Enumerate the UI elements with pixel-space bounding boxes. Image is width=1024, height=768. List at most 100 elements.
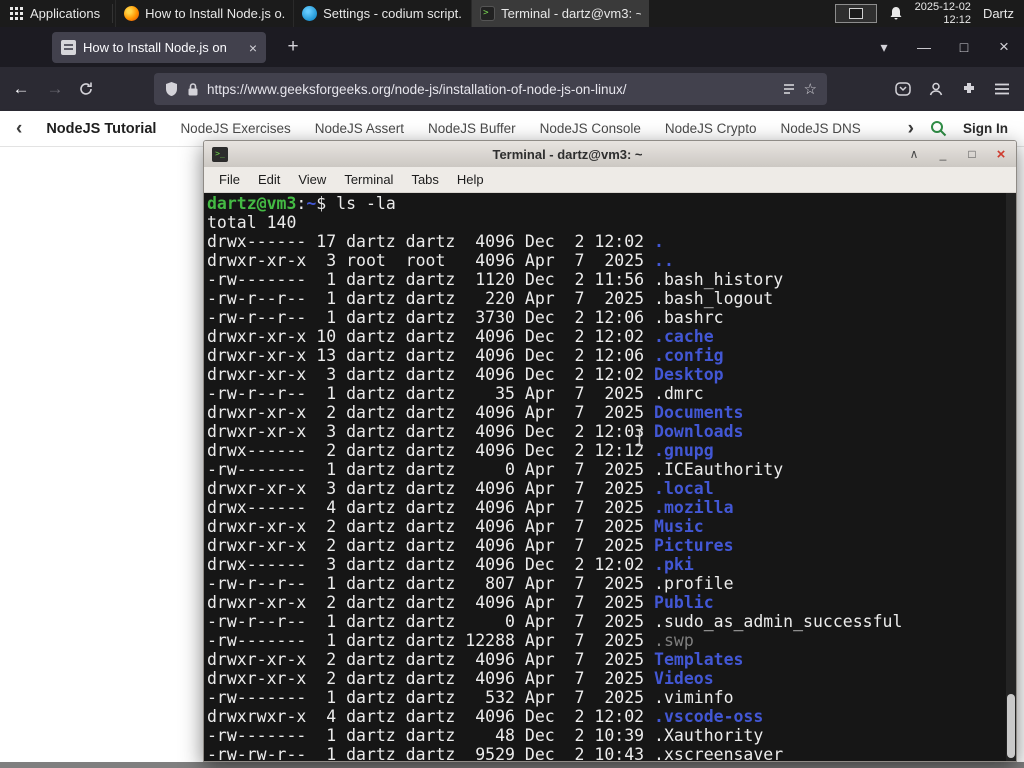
terminal-output-line: drwxr-xr-x 2 dartz dartz 4096 Apr 7 2025… [207,650,1016,669]
listing-prefix: drwxr-xr-x 2 dartz dartz 4096 Apr 7 2025 [207,517,655,536]
listing-name: .mozilla [654,498,734,517]
account-icon[interactable] [928,81,944,97]
browser-tab[interactable]: How to Install Node.js on × [52,32,266,63]
site-nav-link[interactable]: NodeJS Assert [315,121,404,136]
site-nav-link[interactable]: NodeJS DNS [780,121,860,136]
scrollbar-thumb[interactable] [1007,694,1015,758]
listing-prefix: drwxr-xr-x 2 dartz dartz 4096 Apr 7 2025 [207,650,655,669]
terminal-output-line: -rw-r--r-- 1 dartz dartz 3730 Dec 2 12:0… [207,308,1016,327]
tab-close-icon[interactable]: × [249,40,257,56]
terminal-output-line: drwx------ 4 dartz dartz 4096 Apr 7 2025… [207,498,1016,517]
nav-scroll-left-icon[interactable]: ‹ [16,119,22,138]
terminal-output-line: drwxr-xr-x 3 dartz dartz 4096 Apr 7 2025… [207,479,1016,498]
listing-prefix: drwxr-xr-x 3 dartz dartz 4096 Dec 2 12:0… [207,365,655,384]
terminal-output-line: drwxr-xr-x 10 dartz dartz 4096 Dec 2 12:… [207,327,1016,346]
listing-name: Desktop [654,365,724,384]
terminal-menu-tabs[interactable]: Tabs [402,169,447,190]
taskbar-window-codium[interactable]: Settings - codium script... [293,0,471,27]
terminal-output-line: drwxr-xr-x 2 dartz dartz 4096 Apr 7 2025… [207,403,1016,422]
toolbar-icons [891,81,1014,97]
listing-name: .dmrc [654,384,704,403]
new-tab-button[interactable]: + [280,34,306,60]
reload-icon[interactable] [78,81,94,97]
forward-button[interactable]: → [44,79,66,99]
terminal-output-line: -rw-r--r-- 1 dartz dartz 807 Apr 7 2025 … [207,574,1016,593]
site-nav-link[interactable]: NodeJS Buffer [428,121,516,136]
window-close-icon[interactable]: × [996,37,1012,57]
tab-list-icon[interactable]: ▾ [876,39,892,56]
pocket-icon[interactable] [895,81,911,97]
lock-icon [188,82,198,95]
applications-menu[interactable]: Applications [0,0,110,27]
listing-name: .cache [654,327,714,346]
listing-prefix: drwxr-xr-x 13 dartz dartz 4096 Dec 2 12:… [207,346,655,365]
back-button[interactable]: ← [10,79,32,99]
terminal-shade-icon[interactable]: ∧ [907,147,921,161]
workspace-pager[interactable] [834,4,877,23]
extensions-icon[interactable] [961,81,977,97]
listing-name: .bash_logout [654,289,774,308]
text-cursor [634,428,645,452]
terminal-menu-file[interactable]: File [210,169,249,190]
listing-name: .swp [654,631,694,650]
menu-icon[interactable] [994,82,1010,96]
desktop-edge [0,762,1024,768]
terminal-menu-edit[interactable]: Edit [249,169,289,190]
listing-prefix: drwxr-xr-x 3 root root 4096 Apr 7 2025 [207,251,655,270]
terminal-close-icon[interactable]: × [994,146,1008,163]
bookmark-star-icon[interactable]: ☆ [804,80,817,98]
site-nav-link[interactable]: NodeJS Console [540,121,641,136]
tab-title: How to Install Node.js on [83,40,227,55]
terminal-output-line: -rw-r--r-- 1 dartz dartz 220 Apr 7 2025 … [207,289,1016,308]
nav-scroll-right-icon[interactable]: › [908,119,914,138]
terminal-output-line: -rw------- 1 dartz dartz 12288 Apr 7 202… [207,631,1016,650]
listing-name: Pictures [654,536,734,555]
terminal-output-line: drwxr-xr-x 2 dartz dartz 4096 Apr 7 2025… [207,517,1016,536]
site-nav-primary-link[interactable]: NodeJS Tutorial [46,121,156,137]
terminal-scrollbar[interactable] [1006,193,1016,761]
terminal-menu-view[interactable]: View [289,169,335,190]
terminal-menubar: File Edit View Terminal Tabs Help [204,167,1016,193]
search-icon[interactable] [930,120,947,137]
site-nav-link[interactable]: NodeJS Exercises [180,121,290,136]
url-bar[interactable]: https://www.geeksforgeeks.org/node-js/in… [154,73,827,105]
username-label: Dartz [982,6,1014,21]
prompt-symbol: $ [316,194,337,213]
listing-name: .bash_history [654,270,784,289]
terminal-titlebar[interactable]: >_ Terminal - dartz@vm3: ~ ∧ _ □ × [204,141,1016,167]
clock[interactable]: 2025-12-02 12:12 [915,1,971,27]
window-minimize-icon[interactable]: — [916,39,932,55]
shield-icon[interactable] [164,81,179,97]
taskbar-window-firefox[interactable]: How to Install Node.js o... [115,0,293,27]
listing-prefix: drwx------ 4 dartz dartz 4096 Apr 7 2025 [207,498,655,517]
window-restore-icon[interactable]: □ [956,39,972,55]
listing-prefix: -rw------- 1 dartz dartz 12288 Apr 7 202… [207,631,655,650]
listing-name: Templates [654,650,744,669]
prompt-user-host: dartz@vm3 [207,194,297,213]
terminal-output-line: -rw------- 1 dartz dartz 1120 Dec 2 11:5… [207,270,1016,289]
listing-prefix: -rw------- 1 dartz dartz 532 Apr 7 2025 [207,688,655,707]
reader-mode-icon[interactable] [782,82,796,96]
terminal-screen[interactable]: dartz@vm3:~$ ls -la total 140 drwx------… [204,193,1016,761]
terminal-maximize-icon[interactable]: □ [965,147,979,161]
listing-name: Downloads [654,422,744,441]
terminal-menu-terminal[interactable]: Terminal [335,169,402,190]
listing-prefix: drwxr-xr-x 3 dartz dartz 4096 Apr 7 2025 [207,479,655,498]
taskbar-window-terminal[interactable]: Terminal - dartz@vm3: ~ [471,0,650,27]
sign-in-link[interactable]: Sign In [963,121,1008,136]
taskbar-tray: 2025-12-02 12:12 Dartz [834,0,1024,27]
terminal-prompt-line: dartz@vm3:~$ ls -la [207,194,1016,213]
command-text: ls -la [336,194,396,213]
notifications-bell-icon[interactable] [889,6,903,21]
site-nav-link[interactable]: NodeJS Crypto [665,121,757,136]
listing-prefix: drwx------ 3 dartz dartz 4096 Dec 2 12:0… [207,555,655,574]
listing-prefix: drwxrwxr-x 4 dartz dartz 4096 Dec 2 12:0… [207,707,655,726]
listing-prefix: -rw-r--r-- 1 dartz dartz 3730 Dec 2 12:0… [207,308,655,327]
terminal-minimize-icon[interactable]: _ [936,147,950,161]
listing-prefix: -rw-r--r-- 1 dartz dartz 35 Apr 7 2025 [207,384,655,403]
listing-prefix: drwxr-xr-x 2 dartz dartz 4096 Apr 7 2025 [207,403,655,422]
taskbar: Applications How to Install Node.js o...… [0,0,1024,27]
terminal-menu-help[interactable]: Help [448,169,493,190]
listing-name: .profile [654,574,734,593]
url-text[interactable]: https://www.geeksforgeeks.org/node-js/in… [207,82,774,97]
